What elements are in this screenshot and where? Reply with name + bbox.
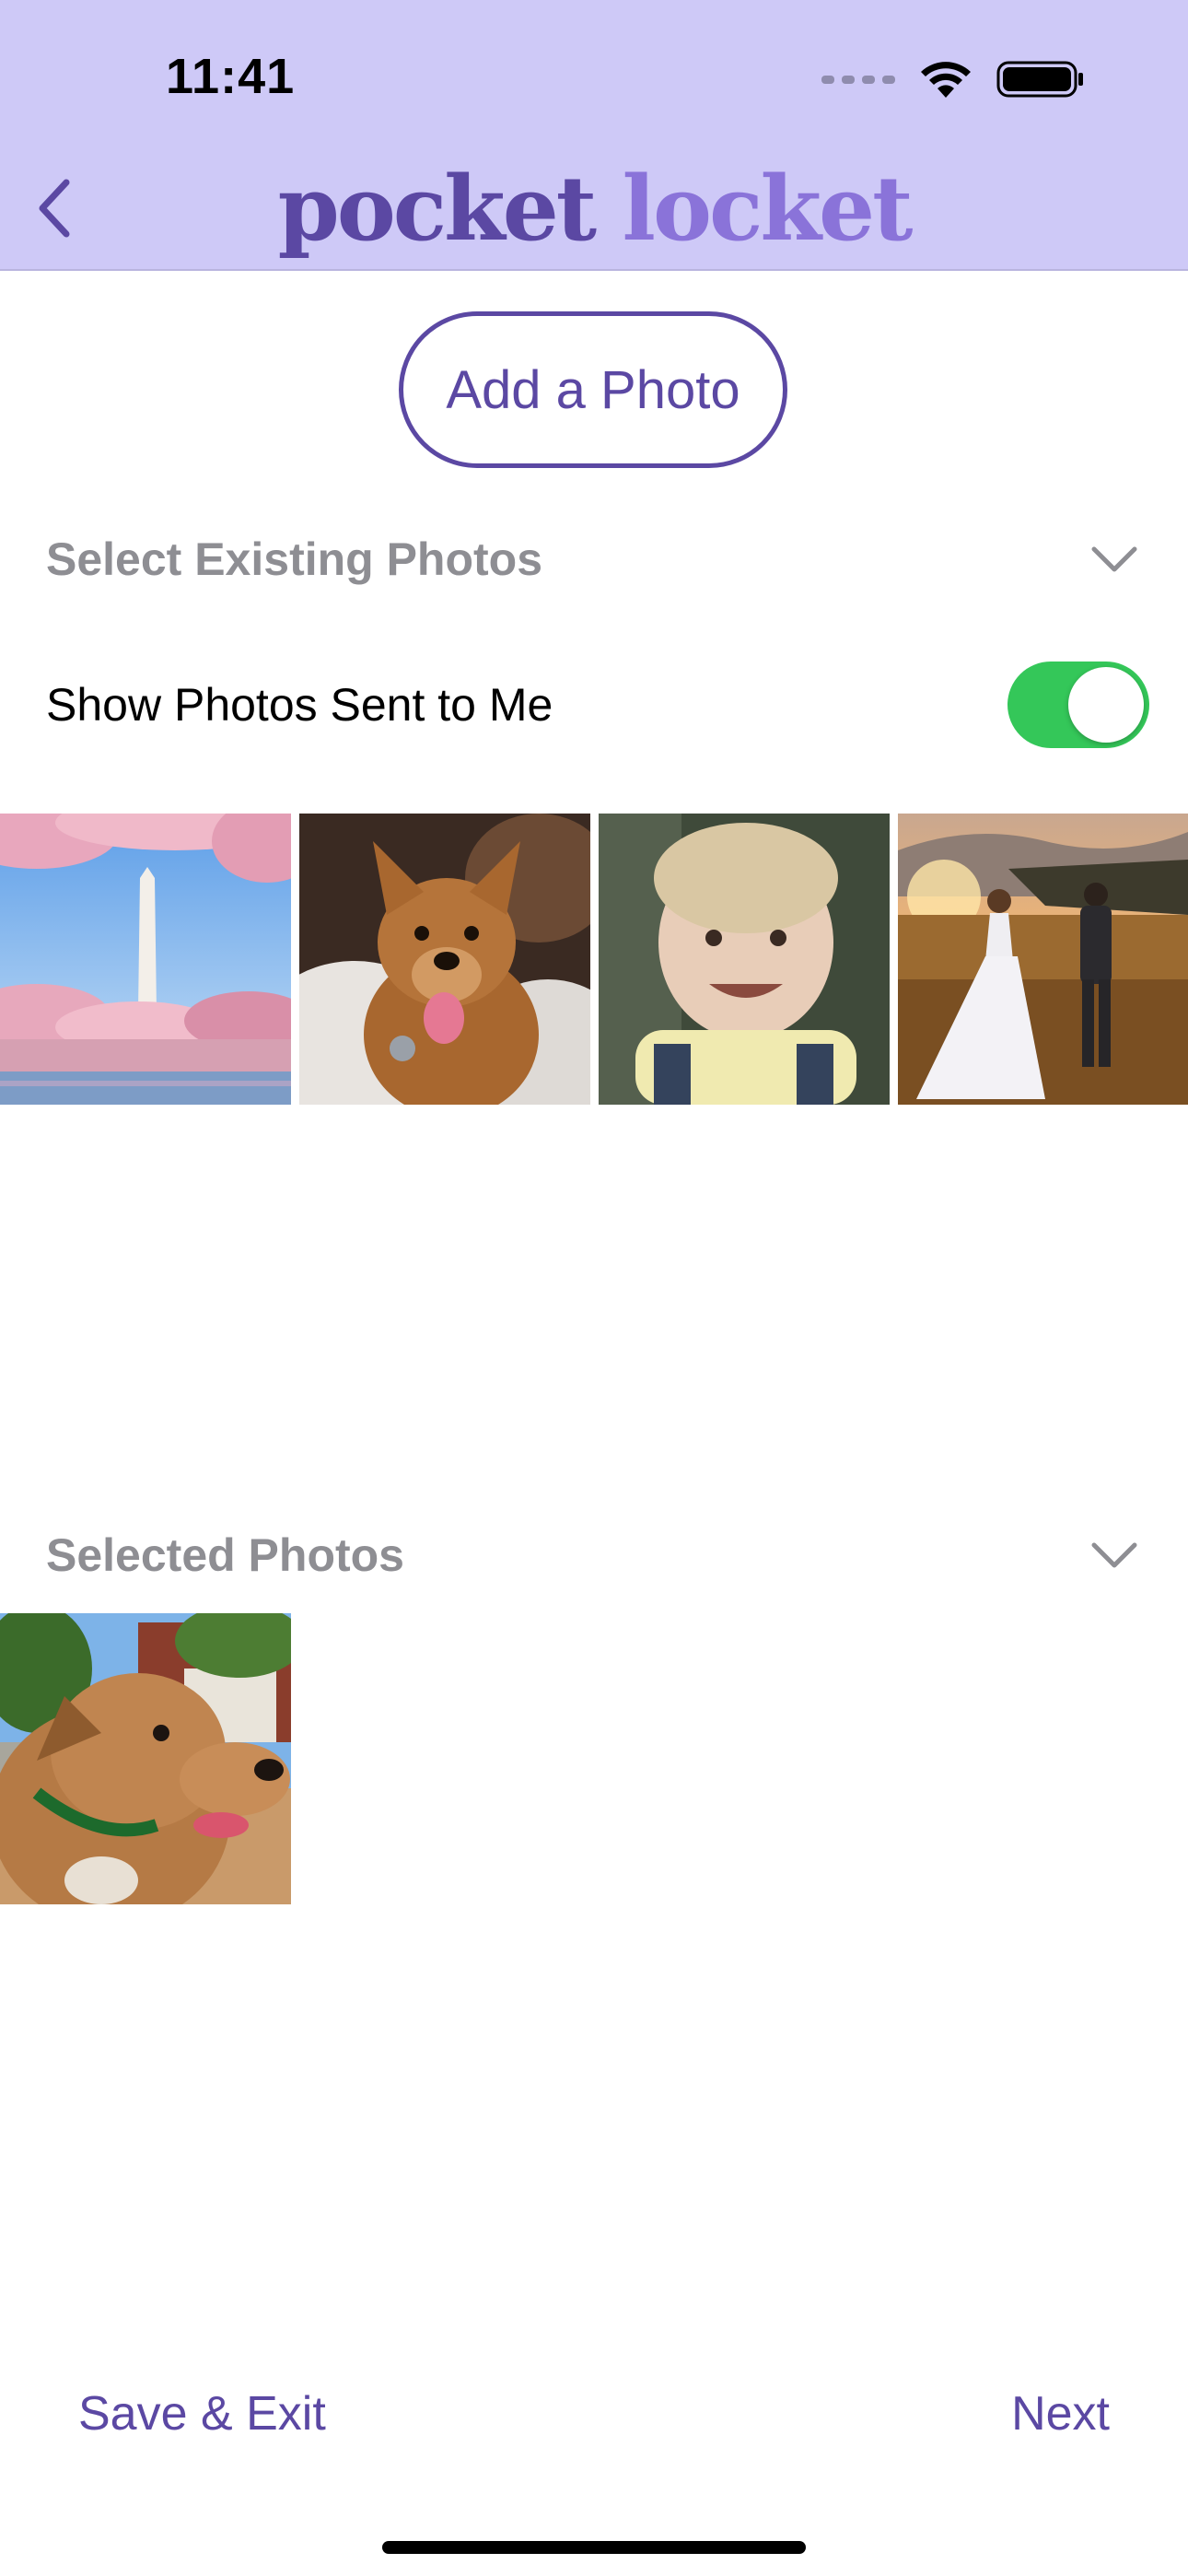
show-sent-photos-row: Show Photos Sent to Me [46,659,1149,751]
wedding-couple-field-photo[interactable] [898,814,1188,1105]
show-sent-photos-label: Show Photos Sent to Me [46,679,553,731]
app-logo: pocket locket [0,157,1188,261]
smiling-child-photo[interactable] [599,814,890,1105]
existing-photos-title: Select Existing Photos [46,533,543,585]
dog-on-blanket-photo[interactable] [299,814,590,1105]
signal-dots-icon [821,75,895,84]
selected-photos-title: Selected Photos [46,1529,404,1581]
status-time: 11:41 [166,49,296,104]
existing-photos-section-header[interactable]: Select Existing Photos [46,522,1142,596]
logo-word-locket: locket [622,157,914,261]
monument-cherry-blossoms-photo[interactable] [0,814,291,1105]
top-header: 11:41 pocket locket [0,0,1188,271]
dog-portrait-photo[interactable] [0,1613,291,1904]
show-sent-photos-toggle[interactable] [1007,662,1149,748]
chevron-down-icon[interactable] [1087,532,1142,587]
logo-word-pocket: pocket [277,157,598,261]
wifi-icon [921,62,971,98]
home-indicator[interactable] [382,2541,806,2554]
next-button[interactable]: Next [1011,2386,1110,2441]
chevron-down-icon[interactable] [1087,1528,1142,1583]
status-icons [821,57,1085,101]
battery-icon [996,61,1083,98]
save-and-exit-button[interactable]: Save & Exit [78,2386,326,2441]
selected-photos-section-header[interactable]: Selected Photos [46,1518,1142,1592]
add-photo-button[interactable]: Add a Photo [399,311,787,468]
toggle-knob [1068,667,1144,743]
